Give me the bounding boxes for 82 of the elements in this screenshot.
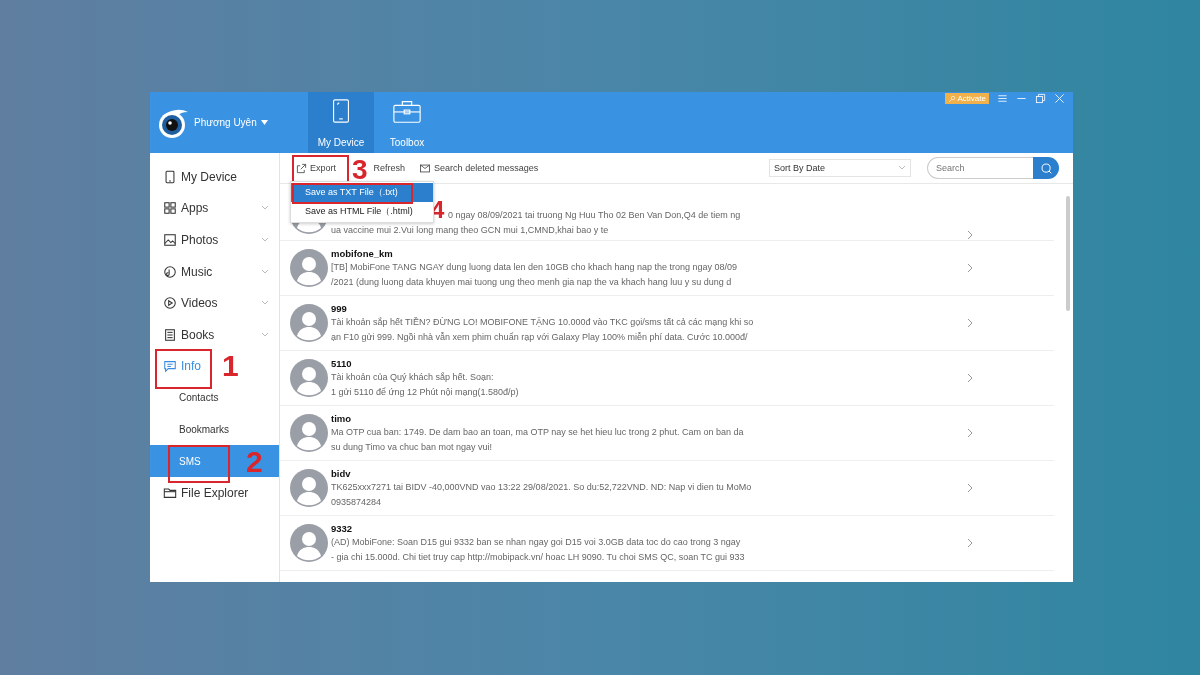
menu-item[interactable]: Save as HTML File（.html) xyxy=(291,202,433,221)
sidebar-item[interactable]: Videos xyxy=(150,287,279,319)
message-text: [TB] MobiFone TANG NGAY dung luong data len den 10GB cho khach hang nap the trong ngay 08/09 xyxy=(331,260,739,274)
nav-tab[interactable]: My Device xyxy=(308,92,374,153)
chevron-right-icon[interactable] xyxy=(967,373,974,383)
avatar-icon xyxy=(290,249,328,287)
chevron-right-icon[interactable] xyxy=(967,263,974,273)
message-text: (AD) MobiFone: Soan D15 gui 9332 ban se nhan ngay goi D15 voi 3.0GB data toc do cao trong 3 ngay xyxy=(331,535,742,549)
chevron-down-icon xyxy=(898,165,906,171)
sender-name: 9332 xyxy=(331,521,354,535)
tablet-icon xyxy=(163,169,177,184)
folder-icon xyxy=(163,485,177,500)
avatar-icon xyxy=(290,469,328,507)
music-disc-icon xyxy=(163,264,177,279)
avatar-icon xyxy=(290,414,328,452)
message-text: ua vaccine mui 2.Vui long mang theo GCN mui 1,CMND,khai bao y te xyxy=(331,224,610,237)
menu-glyph-icon xyxy=(997,93,1008,104)
highlight-frame xyxy=(155,348,212,389)
envelope-icon xyxy=(419,162,432,174)
message-text: TK625xxx7271 tai BIDV -40,000VND vao 13:22 29/08/2021. So du:52,722VND. ND: Nap vi dien tu MoMo xyxy=(331,480,753,494)
message-icon xyxy=(163,359,177,374)
message-row[interactable]: bidv TK625xxx7271 tai BIDV -40,000VND vao 13:22 29/08/2021. So du:52,722VND. ND: Nap vi dien tu MoMo 0935874284 xyxy=(280,461,1054,516)
message-text: 0 ngay 08/09/2021 tai truong Ng Huu Tho 02 Ben Van Don,Q4 de tiem ng xyxy=(448,209,742,222)
message-text: ạn F10 gửi 999. Ngồi nhà vẫn xem phim chuẩn rạp với Galaxy Play 100% miễn phí data. Cước 10.000đ/ xyxy=(331,330,749,344)
sender-name: 5110 xyxy=(331,356,353,370)
avatar-icon xyxy=(290,524,328,562)
chevron-right-icon[interactable] xyxy=(967,230,974,240)
sender-name: mobifone_km xyxy=(331,246,394,260)
sidebar-subitem[interactable]: Contacts xyxy=(150,382,279,414)
sidebar-item[interactable]: Books xyxy=(150,318,279,351)
export-icon xyxy=(296,162,307,174)
sidebar-item[interactable]: Photos xyxy=(150,224,279,256)
windows-icon xyxy=(1035,93,1046,104)
message-text: /2021 (dung luong data khuyen mai tuong ung theo menh gia nap the va khach hang luu y su dung d xyxy=(331,275,733,289)
sidebar-subitem[interactable]: Bookmarks xyxy=(150,413,279,446)
sidebar-item[interactable]: Info xyxy=(150,350,205,383)
sender-name: 999 xyxy=(331,301,348,315)
search-deleted-button[interactable]: Search deleted messages xyxy=(417,159,541,177)
menu-icon[interactable] xyxy=(997,93,1008,104)
message-row[interactable]: timo Ma OTP cua ban: 1749. De dam bao an toan, ma OTP nay se het hieu luc trong 2 phut. Cam on ban da su dung Timo va chuc ban mot ngay vui! xyxy=(280,406,1054,461)
x-icon xyxy=(1054,93,1065,104)
book-icon xyxy=(163,327,177,342)
play-circle-icon xyxy=(163,296,177,311)
caret-icon[interactable] xyxy=(260,120,268,125)
avatar-icon xyxy=(290,304,328,342)
sidebar-item[interactable]: Apps xyxy=(150,192,279,225)
sort-dropdown[interactable]: Sort By Date xyxy=(769,159,911,177)
search-icon xyxy=(1039,161,1053,175)
message-row[interactable]: 5110 Tài khoản của Quý khách sắp hết. Soạn: 1 gửi 5110 để ứng 12 Phút nội mạng(1.580đ/p) xyxy=(280,351,1054,406)
step-number: 3 xyxy=(352,156,368,184)
message-text: Tài khoản của Quý khách sắp hết. Soạn: xyxy=(331,370,495,384)
step-number: 1 xyxy=(222,350,239,381)
sender-name: bidv xyxy=(331,466,352,480)
chevron-right-icon[interactable] xyxy=(967,483,974,493)
key-icon xyxy=(947,94,956,103)
chevron-right-icon[interactable] xyxy=(967,538,974,548)
message-row[interactable]: 999 Tài khoản sắp hết TIỀN? ĐỪNG LO! MOBIFONE TẶNG 10.000đ vào TKC gọi/sms tất cả các mạng khi so ạn F10 gửi 999. Ngồi nhà vẫn xem phim chuẩn rạp với Galaxy Play 100% miễn phí data. Cước 10.000đ/ xyxy=(280,296,1054,351)
sidebar-item[interactable]: Music xyxy=(150,255,279,288)
chevron-right-icon[interactable] xyxy=(967,428,974,438)
step-number: 2 xyxy=(246,447,263,478)
image-icon xyxy=(163,233,177,247)
export-button[interactable]: Export xyxy=(294,159,338,177)
grid-icon xyxy=(163,201,177,216)
sidebar-item[interactable]: File Explorer xyxy=(150,476,253,509)
search-button[interactable] xyxy=(1033,157,1059,179)
message-text: Tài khoản sắp hết TIỀN? ĐỪNG LO! MOBIFONE TẶNG 10.000đ vào TKC gọi/sms tất cả các mạng khi so xyxy=(331,315,755,329)
avatar-icon xyxy=(290,359,328,397)
message-text: su dung Timo va chuc ban mot ngay vui! xyxy=(331,440,494,454)
message-text: Ma OTP cua ban: 1749. De dam bao an toan, ma OTP nay se het hieu luc trong 2 phut. Cam on ban da xyxy=(331,425,745,439)
close-icon[interactable] xyxy=(1054,93,1065,104)
search-field[interactable]: Search xyxy=(927,157,1033,179)
restore-icon[interactable] xyxy=(1035,93,1046,104)
highlight-frame xyxy=(168,445,230,484)
sender-name: timo xyxy=(331,411,353,425)
message-text: 1 gửi 5110 để ứng 12 Phút nội mạng(1.580đ/p) xyxy=(331,385,520,399)
message-text: - gia chi 15.000d. Chi tiet truy cap http://mobipack.vn/ hoac LH 9090. Tu choi SMS QC, soan TC gui 933 xyxy=(331,550,746,564)
scrollbar[interactable] xyxy=(1066,196,1070,311)
sidebar-item[interactable]: My Device xyxy=(150,161,241,193)
message-row[interactable]: mobifone_km [TB] MobiFone TANG NGAY dung luong data len den 10GB cho khach hang nap the trong ngay 08/09 /2021 (dung luong data khuyen mai tuong ung theo menh gia nap the va khach hang luu y su dung d xyxy=(280,241,1054,296)
refresh-button[interactable]: Refresh xyxy=(371,160,408,176)
chevron-right-icon[interactable] xyxy=(967,318,974,328)
message-text: 0935874284 xyxy=(331,495,383,509)
